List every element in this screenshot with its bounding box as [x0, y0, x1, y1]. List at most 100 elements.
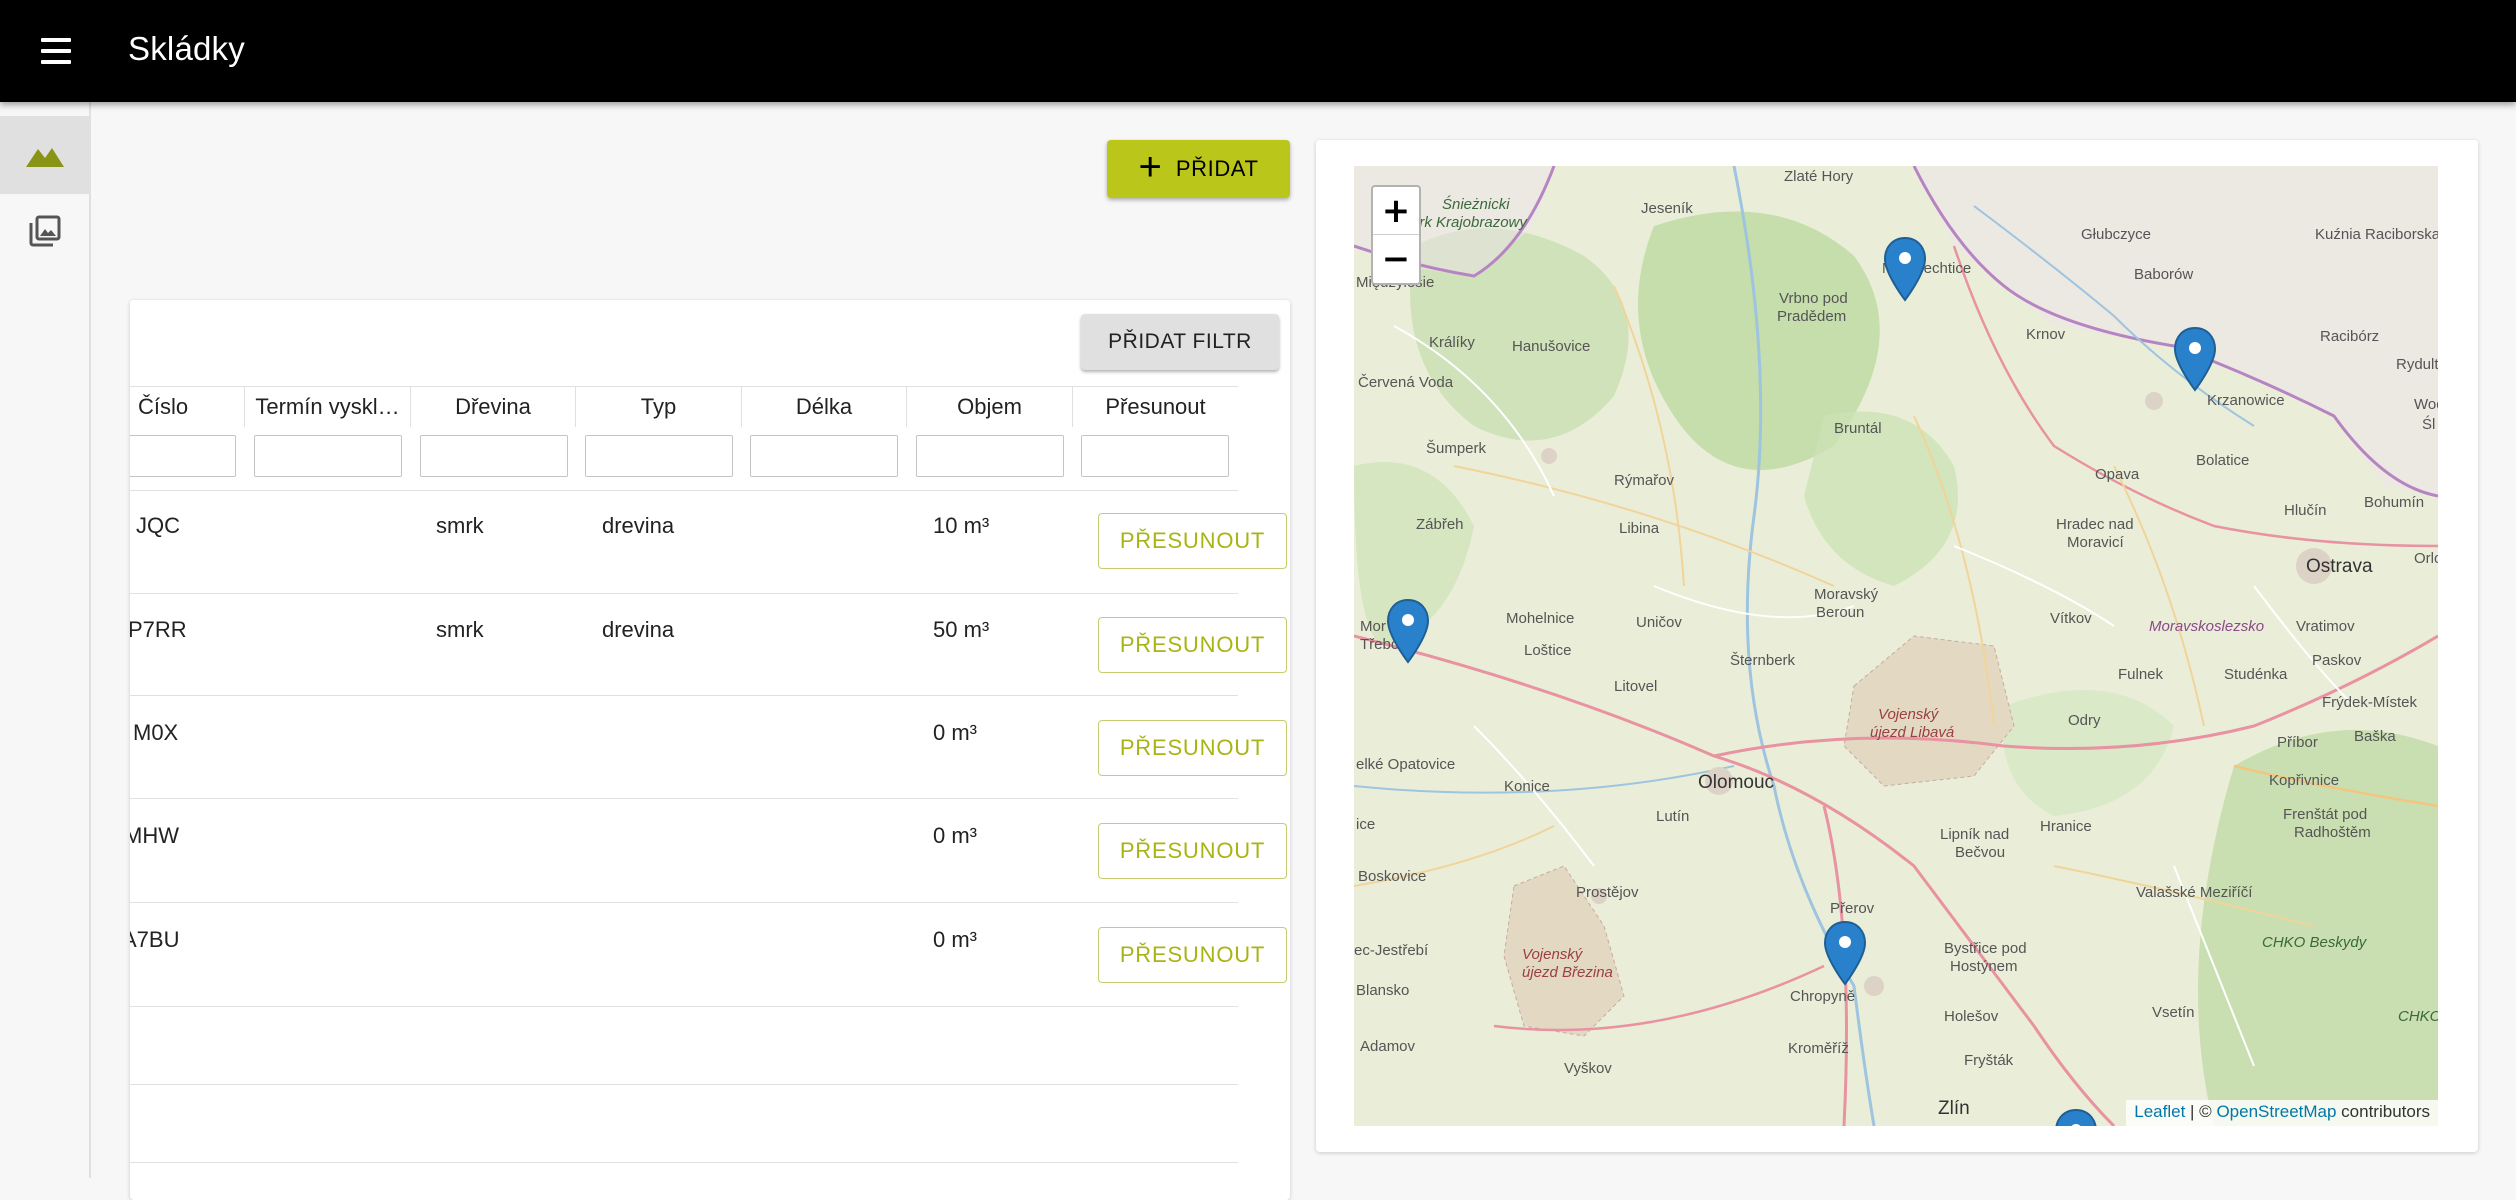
map-label: Fulnek	[2118, 666, 2164, 683]
row-divider	[130, 695, 1238, 696]
column-header-presunout[interactable]: Přesunout	[1073, 387, 1238, 427]
map-label: Głubczyce	[2081, 226, 2152, 243]
map-label: Racibórz	[2320, 328, 2380, 345]
map-marker-icon[interactable]	[1883, 236, 1927, 302]
map-label: újezd Libavá	[1870, 724, 1955, 741]
map-label: Opava	[2095, 466, 2140, 483]
app-bar: Skládky	[0, 0, 2516, 102]
map-label: Uničov	[1636, 614, 1682, 631]
column-header-drevina[interactable]: Dřevina	[411, 387, 576, 427]
column-header-cislo[interactable]: Číslo	[130, 387, 245, 427]
map-marker-icon[interactable]	[1386, 598, 1430, 664]
map-marker-icon[interactable]	[1823, 920, 1867, 986]
map-label: Vojenský	[1522, 946, 1583, 963]
map-card: Zlaté Hory Jeseník Śnieżnicki ark Krajob…	[1316, 140, 2478, 1152]
map-label: Frýdek-Místek	[2322, 694, 2418, 711]
filter-input-cislo[interactable]	[130, 435, 236, 477]
map-label: Loštice	[1524, 642, 1572, 659]
map-label: Kuźnia Raciborska	[2315, 226, 2438, 243]
map-label: Rydultow	[2396, 356, 2438, 373]
map-label: Hranice	[2040, 818, 2092, 835]
cell-objem: 10 m³	[933, 513, 990, 538]
map-label: Šumperk	[1426, 440, 1487, 457]
filter-input-objem[interactable]	[916, 435, 1064, 477]
openstreetmap-link[interactable]: OpenStreetMap	[2216, 1102, 2336, 1121]
map-label: Kroměříž	[1788, 1040, 1849, 1057]
cell-typ: drevina	[602, 513, 675, 538]
map-label: Baška	[2354, 728, 2396, 745]
nav-item-photos[interactable]	[0, 192, 89, 270]
map-label: Libina	[1619, 520, 1660, 537]
map-label: Vítkov	[2050, 610, 2092, 627]
cell-cislo: P7RR	[130, 617, 187, 642]
map-label: Bystřice pod	[1944, 940, 2027, 957]
map-label: Śnieżnicki	[1442, 196, 1510, 213]
map-label: Přerov	[1830, 900, 1875, 917]
menu-icon[interactable]	[38, 36, 74, 66]
map-label: Pradědem	[1777, 308, 1847, 325]
row-divider	[130, 902, 1238, 903]
map-label: Litovel	[1614, 678, 1658, 695]
map-label: Hlučín	[2284, 502, 2327, 519]
zoom-in-button[interactable]: +	[1373, 187, 1419, 235]
cell-cislo: MHW	[130, 823, 179, 848]
nav-item-skladky[interactable]	[0, 116, 89, 194]
map-label: Bruntál	[1834, 420, 1882, 437]
page-title: Skládky	[128, 30, 245, 67]
add-filter-button[interactable]: PŘIDAT FILTR	[1081, 314, 1279, 370]
filter-input-typ[interactable]	[585, 435, 733, 477]
map-label: Bolatice	[2196, 452, 2250, 469]
filter-input-delka[interactable]	[750, 435, 898, 477]
side-navigation	[0, 102, 91, 1178]
zoom-out-button[interactable]: −	[1373, 235, 1419, 283]
map-label: Mor	[1360, 618, 1386, 635]
table-header: Číslo Termín vyskl… Dřevina Typ Délka Ob…	[130, 386, 1238, 427]
map-label: Holešov	[1944, 1008, 1999, 1025]
map-attribution: Leaflet | © OpenStreetMap contributors	[2126, 1100, 2438, 1126]
map-label: Orlo	[2414, 550, 2438, 567]
map-marker-icon[interactable]	[2054, 1108, 2098, 1126]
map-label: Vyškov	[1564, 1060, 1612, 1077]
column-header-delka[interactable]: Délka	[742, 387, 907, 427]
map[interactable]: Zlaté Hory Jeseník Śnieżnicki ark Krajob…	[1354, 166, 2438, 1126]
map-label: Hostýnem	[1950, 958, 2018, 975]
add-button[interactable]: + PŘIDAT	[1107, 140, 1290, 198]
leaflet-link[interactable]: Leaflet	[2134, 1102, 2185, 1121]
move-button[interactable]: PŘESUNOUT	[1098, 720, 1287, 776]
row-divider	[130, 490, 1238, 491]
map-label: Moravskoslezsko	[2149, 618, 2265, 635]
map-label: Beroun	[1816, 604, 1865, 621]
move-button[interactable]: PŘESUNOUT	[1098, 927, 1287, 983]
map-label: Vratimov	[2296, 618, 2355, 635]
cell-objem: 0 m³	[933, 720, 977, 745]
column-header-typ[interactable]: Typ	[576, 387, 742, 427]
move-button[interactable]: PŘESUNOUT	[1098, 513, 1287, 569]
map-label: Lutín	[1656, 808, 1690, 825]
map-label: Studénka	[2224, 666, 2288, 683]
attribution-separator: | ©	[2185, 1102, 2217, 1121]
row-divider	[130, 798, 1238, 799]
map-label: ark Krajobrazowy	[1411, 214, 1527, 231]
move-button[interactable]: PŘESUNOUT	[1098, 617, 1287, 673]
map-label: Zlín	[1938, 1098, 1970, 1119]
move-button[interactable]: PŘESUNOUT	[1098, 823, 1287, 879]
map-label: Chropyně	[1790, 988, 1856, 1005]
filter-input-drevina[interactable]	[420, 435, 568, 477]
filter-input-termin[interactable]	[254, 435, 402, 477]
column-header-objem[interactable]: Objem	[907, 387, 1073, 427]
map-marker-icon[interactable]	[2173, 326, 2217, 392]
map-label: CHKO Beskydy	[2262, 934, 2367, 951]
column-header-termin[interactable]: Termín vyskl…	[245, 387, 411, 427]
map-label: Zábřeh	[1416, 516, 1464, 533]
filter-input-presunout[interactable]	[1081, 435, 1229, 477]
map-label: Příbor	[2277, 734, 2318, 751]
cell-drevina: smrk	[436, 513, 484, 538]
cell-cislo: A7BU	[130, 927, 180, 952]
map-label: Boskovice	[1358, 868, 1427, 885]
map-label: Jeseník	[1641, 200, 1693, 217]
add-button-label: PŘIDAT	[1175, 156, 1259, 181]
map-label: Lipník nad	[1940, 826, 2010, 843]
map-label: Baborów	[2134, 266, 2194, 283]
map-label: elké Opatovice	[1356, 756, 1456, 773]
row-divider	[130, 1162, 1238, 1163]
